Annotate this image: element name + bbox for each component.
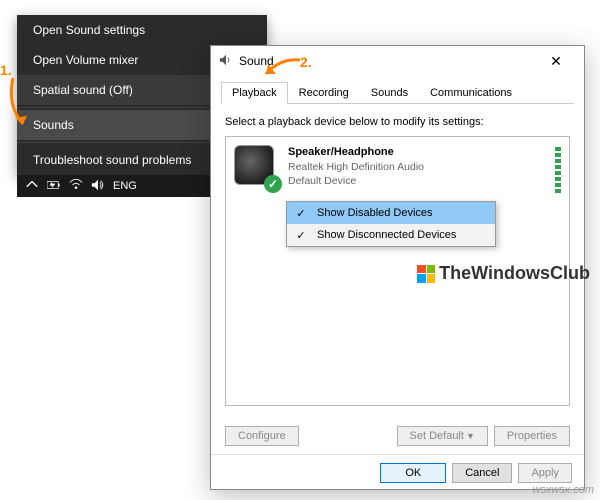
menu-label: Show Disconnected Devices	[317, 229, 456, 241]
configure-button[interactable]: Configure	[225, 426, 299, 446]
properties-button[interactable]: Properties	[494, 426, 570, 446]
tab-sounds[interactable]: Sounds	[360, 82, 419, 104]
device-name: Speaker/Headphone	[288, 145, 545, 160]
wifi-icon[interactable]	[69, 178, 83, 195]
tab-body: Select a playback device below to modify…	[211, 104, 584, 418]
volume-icon	[219, 53, 233, 70]
ctx-open-sound-settings[interactable]: Open Sound settings	[17, 15, 267, 45]
device-driver: Realtek High Definition Audio	[288, 160, 545, 174]
check-icon: ✓	[291, 207, 311, 220]
device-context-menu: ✓ Show Disabled Devices ✓ Show Disconnec…	[286, 201, 496, 247]
close-button[interactable]: ✕	[536, 53, 576, 70]
menu-label: Show Disabled Devices	[317, 207, 433, 219]
arrow-2	[260, 56, 310, 91]
check-icon: ✓	[291, 229, 311, 242]
speaker-icon: ✓	[234, 145, 278, 189]
device-item[interactable]: ✓ Speaker/Headphone Realtek High Definit…	[234, 145, 561, 193]
device-status: Default Device	[288, 174, 545, 188]
menu-show-disconnected[interactable]: ✓ Show Disconnected Devices	[287, 224, 495, 246]
site-watermark: wsxwsx.com	[532, 484, 594, 496]
menu-show-disabled[interactable]: ✓ Show Disabled Devices	[287, 202, 495, 224]
ok-button[interactable]: OK	[380, 463, 446, 483]
level-meter	[555, 145, 561, 193]
language-indicator[interactable]: ENG	[113, 180, 137, 192]
dialog-footer: OK Cancel Apply	[211, 454, 584, 491]
arrow-1	[5, 76, 35, 141]
windows-logo-icon	[417, 265, 435, 283]
device-info: Speaker/Headphone Realtek High Definitio…	[288, 145, 545, 193]
set-default-button[interactable]: Set Default▼	[397, 426, 488, 446]
default-check-icon: ✓	[264, 175, 282, 193]
watermark: TheWindowsClub	[417, 263, 590, 284]
battery-icon[interactable]	[47, 178, 61, 195]
tab-communications[interactable]: Communications	[419, 82, 523, 104]
volume-icon[interactable]	[91, 178, 105, 195]
chevron-up-icon[interactable]	[25, 178, 39, 195]
lower-button-row: Configure Set Default▼ Properties	[211, 418, 584, 454]
instruction-text: Select a playback device below to modify…	[225, 116, 570, 128]
chevron-down-icon: ▼	[466, 431, 475, 441]
cancel-button[interactable]: Cancel	[452, 463, 512, 483]
apply-button[interactable]: Apply	[518, 463, 572, 483]
